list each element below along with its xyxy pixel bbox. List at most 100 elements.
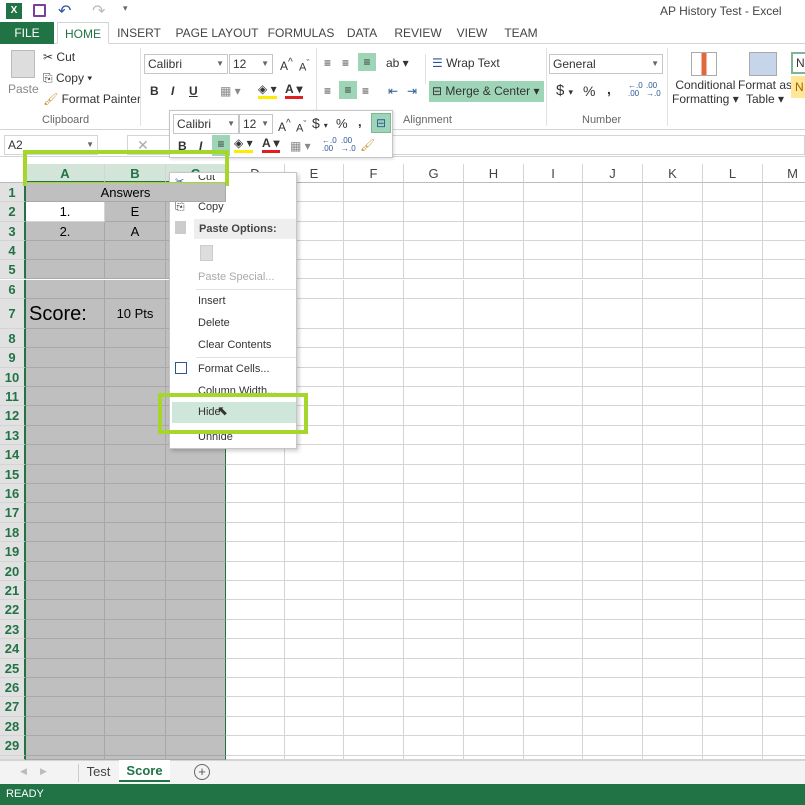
row-header-11[interactable]: 11 bbox=[0, 387, 26, 407]
font-size-select[interactable]: 12 ▼ bbox=[229, 54, 273, 74]
menu-item-insert[interactable]: Insert bbox=[198, 295, 226, 307]
cell-c20[interactable] bbox=[166, 561, 226, 581]
cell-j6[interactable] bbox=[583, 279, 643, 299]
mini-borders-icon[interactable]: ▦ ▾ bbox=[290, 137, 311, 155]
cell-i5[interactable] bbox=[524, 260, 583, 280]
row-header-16[interactable]: 16 bbox=[0, 484, 26, 504]
cell-g23[interactable] bbox=[404, 619, 464, 640]
cell-j18[interactable] bbox=[583, 522, 643, 543]
cell-b28[interactable] bbox=[105, 716, 166, 737]
row-header-13[interactable]: 13 bbox=[0, 425, 26, 446]
cell-l1[interactable] bbox=[703, 183, 763, 203]
cell-h8[interactable] bbox=[464, 328, 524, 349]
cell-i16[interactable] bbox=[524, 484, 583, 504]
cell-e21[interactable] bbox=[285, 581, 344, 601]
cell-i2[interactable] bbox=[524, 202, 583, 222]
cell-d24[interactable] bbox=[226, 639, 285, 659]
row-header-21[interactable]: 21 bbox=[0, 581, 26, 601]
tab-team[interactable]: TEAM bbox=[500, 22, 542, 44]
cell-d16[interactable] bbox=[226, 484, 285, 504]
cell-j13[interactable] bbox=[583, 425, 643, 446]
cell-i27[interactable] bbox=[524, 697, 583, 717]
cell-e15[interactable] bbox=[285, 464, 344, 484]
cell-k28[interactable] bbox=[643, 716, 703, 737]
column-header-i[interactable]: I bbox=[524, 164, 583, 183]
scroll-left-icon[interactable]: ◀ bbox=[20, 766, 27, 777]
cell-a18[interactable] bbox=[26, 522, 105, 543]
cell-b21[interactable] bbox=[105, 581, 166, 601]
cell-h7[interactable] bbox=[464, 298, 524, 329]
cell-h2[interactable] bbox=[464, 202, 524, 222]
mini-currency-button[interactable]: $ ▾ bbox=[312, 114, 328, 135]
cell-j24[interactable] bbox=[583, 639, 643, 659]
cell-i29[interactable] bbox=[524, 736, 583, 756]
row-header-24[interactable]: 24 bbox=[0, 639, 26, 659]
cell-i4[interactable] bbox=[524, 240, 583, 261]
cell-f9[interactable] bbox=[344, 348, 404, 368]
row-header-4[interactable]: 4 bbox=[0, 240, 26, 261]
cell-j25[interactable] bbox=[583, 658, 643, 678]
cell-d15[interactable] bbox=[226, 464, 285, 484]
cell-h24[interactable] bbox=[464, 639, 524, 659]
cell-l10[interactable] bbox=[703, 367, 763, 387]
cell-f17[interactable] bbox=[344, 503, 404, 523]
cell-a10[interactable] bbox=[26, 367, 105, 387]
menu-item-copy[interactable]: Copy bbox=[198, 201, 224, 213]
cell-f25[interactable] bbox=[344, 658, 404, 678]
cell-g28[interactable] bbox=[404, 716, 464, 737]
cell-h25[interactable] bbox=[464, 658, 524, 678]
row-header-19[interactable]: 19 bbox=[0, 542, 26, 562]
cell-a13[interactable] bbox=[26, 425, 105, 446]
cell-b5[interactable] bbox=[105, 260, 166, 280]
tab-home[interactable]: HOME bbox=[57, 22, 109, 44]
cell-g16[interactable] bbox=[404, 484, 464, 504]
paste-button-icon[interactable] bbox=[200, 245, 213, 261]
cell-g27[interactable] bbox=[404, 697, 464, 717]
cell-e26[interactable] bbox=[285, 678, 344, 698]
cell-m6[interactable] bbox=[763, 280, 805, 299]
row-header-20[interactable]: 20 bbox=[0, 561, 26, 581]
cell-a26[interactable] bbox=[26, 678, 105, 698]
cell-h22[interactable] bbox=[464, 600, 524, 620]
cell-l13[interactable] bbox=[703, 425, 763, 446]
cell-m8[interactable] bbox=[763, 329, 805, 349]
undo-icon[interactable]: ↶ bbox=[58, 1, 71, 21]
wrap-text-button[interactable]: ☰ Wrap Text bbox=[432, 54, 500, 72]
cell-k27[interactable] bbox=[643, 697, 703, 717]
cell-l21[interactable] bbox=[703, 581, 763, 601]
cell-f15[interactable] bbox=[344, 464, 404, 484]
mini-size-select[interactable]: 12 ▼ bbox=[239, 114, 273, 134]
merge-center-button[interactable]: ⊟ Merge & Center ▾ bbox=[429, 81, 544, 102]
cell-i8[interactable] bbox=[524, 328, 583, 349]
row-header-14[interactable]: 14 bbox=[0, 445, 26, 465]
cell-h29[interactable] bbox=[464, 736, 524, 756]
cell-a16[interactable] bbox=[26, 484, 105, 504]
save-icon[interactable] bbox=[33, 4, 46, 17]
cell-g13[interactable] bbox=[404, 425, 464, 446]
cell-h4[interactable] bbox=[464, 240, 524, 261]
cell-b17[interactable] bbox=[105, 503, 166, 523]
cell-b14[interactable] bbox=[105, 445, 166, 465]
cell-g3[interactable] bbox=[404, 221, 464, 241]
cell-e20[interactable] bbox=[285, 561, 344, 581]
cell-j21[interactable] bbox=[583, 581, 643, 601]
cell-l3[interactable] bbox=[703, 221, 763, 241]
increase-decimal-icon[interactable]: ←.0.00 bbox=[628, 82, 643, 98]
cell-h1[interactable] bbox=[464, 183, 524, 203]
cell-h23[interactable] bbox=[464, 619, 524, 640]
cell-h18[interactable] bbox=[464, 522, 524, 543]
cell-e24[interactable] bbox=[285, 639, 344, 659]
cell-h11[interactable] bbox=[464, 387, 524, 407]
row-header-27[interactable]: 27 bbox=[0, 697, 26, 717]
cell-k14[interactable] bbox=[643, 445, 703, 465]
cell-f24[interactable] bbox=[344, 639, 404, 659]
cell-e16[interactable] bbox=[285, 484, 344, 504]
cut-button[interactable]: ✂ Cut bbox=[43, 48, 75, 66]
cell-f27[interactable] bbox=[344, 697, 404, 717]
cell-k22[interactable] bbox=[643, 600, 703, 620]
cell-a21[interactable] bbox=[26, 581, 105, 601]
column-header-m[interactable]: M bbox=[763, 164, 805, 183]
cell-a6[interactable] bbox=[26, 279, 105, 299]
cell-k5[interactable] bbox=[643, 260, 703, 280]
row-header-6[interactable]: 6 bbox=[0, 279, 26, 299]
